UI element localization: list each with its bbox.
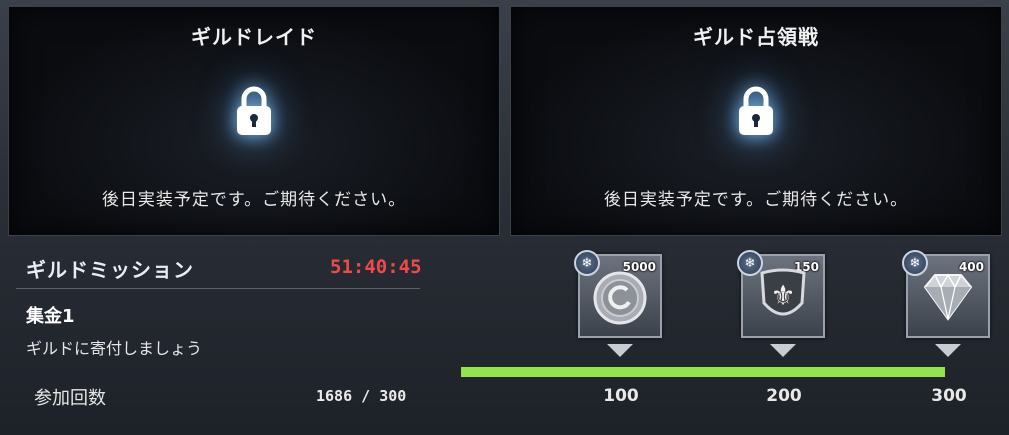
guild-occupation-message: 後日実装予定です。ご期待ください。: [603, 190, 909, 210]
lock-icon: [739, 86, 773, 135]
milestone-label: 100: [603, 386, 639, 406]
guild-occupation-panel[interactable]: ギルド占領戦 後日実装予定です。ご期待ください。: [510, 6, 1002, 236]
diamond-icon: [923, 273, 973, 321]
participation-count-value: 1686 / 300: [316, 387, 407, 405]
mission-progress-bar: [461, 367, 945, 377]
milestone-label: 300: [931, 386, 967, 406]
guild-mission-section: ギルドミッション 51:40:45 集金1 ギルドに寄付しましょう 参加回数 1…: [0, 240, 1009, 435]
lock-icon: [237, 86, 271, 135]
guild-crest-icon: ⚜: [760, 268, 806, 316]
guild-raid-panel[interactable]: ギルドレイド 後日実装予定です。ご期待ください。: [8, 6, 500, 236]
mission-progress-fill: [461, 367, 945, 377]
guild-occupation-title: ギルド占領戦: [693, 25, 819, 49]
participation-count-label: 参加回数: [34, 388, 106, 409]
reward-item-coin[interactable]: ❄ 5000: [574, 250, 662, 338]
coin-icon: [593, 271, 647, 325]
svg-text:⚜: ⚜: [770, 279, 795, 312]
guild-raid-title: ギルドレイド: [191, 25, 317, 49]
reward-item-crest[interactable]: ❄ 150 ⚜: [737, 250, 825, 338]
reward-pointer: [607, 344, 633, 357]
mission-divider: [16, 288, 420, 289]
mission-title: ギルドミッション: [26, 258, 194, 282]
reward-item-diamond[interactable]: ❄ 400: [902, 250, 990, 338]
mission-timer: 51:40:45: [330, 256, 422, 278]
guild-raid-message: 後日実装予定です。ご期待ください。: [101, 190, 407, 210]
reward-pointer: [770, 344, 796, 357]
mission-name: 集金1: [26, 306, 75, 327]
milestone-label: 200: [766, 386, 802, 406]
mission-description: ギルドに寄付しましょう: [26, 339, 203, 358]
reward-pointer: [935, 344, 961, 357]
